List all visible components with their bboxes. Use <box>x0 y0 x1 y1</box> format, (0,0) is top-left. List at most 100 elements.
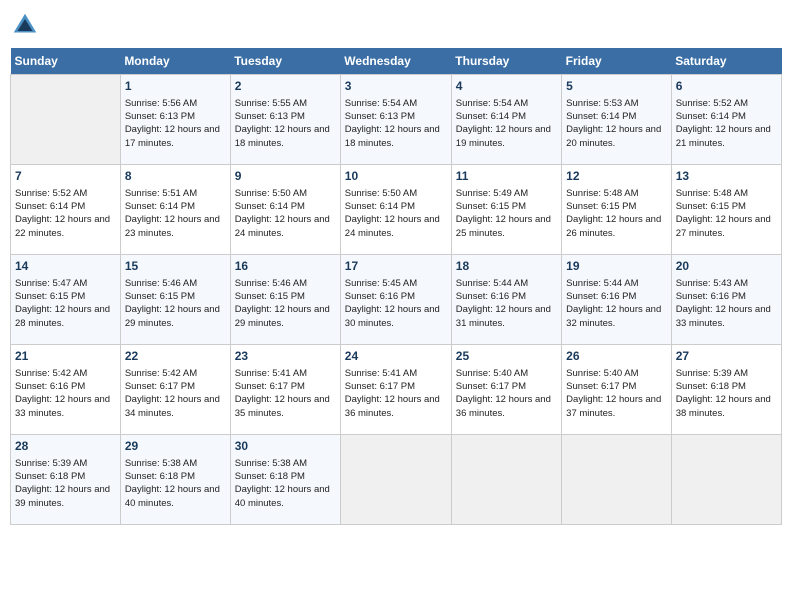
daylight: Daylight: 12 hours and 35 minutes. <box>235 394 330 418</box>
daylight: Daylight: 12 hours and 24 minutes. <box>345 214 440 238</box>
sunrise: Sunrise: 5:53 AM <box>566 98 638 109</box>
calendar-week: 21Sunrise: 5:42 AMSunset: 6:16 PMDayligh… <box>11 345 782 435</box>
calendar-week: 7Sunrise: 5:52 AMSunset: 6:14 PMDaylight… <box>11 165 782 255</box>
daylight: Daylight: 12 hours and 36 minutes. <box>345 394 440 418</box>
calendar-cell: 4Sunrise: 5:54 AMSunset: 6:14 PMDaylight… <box>451 75 561 165</box>
calendar-cell: 30Sunrise: 5:38 AMSunset: 6:18 PMDayligh… <box>230 435 340 525</box>
day-number: 27 <box>676 348 777 365</box>
daylight: Daylight: 12 hours and 24 minutes. <box>235 214 330 238</box>
sunrise: Sunrise: 5:43 AM <box>676 278 748 289</box>
calendar-cell: 19Sunrise: 5:44 AMSunset: 6:16 PMDayligh… <box>562 255 672 345</box>
calendar-table: SundayMondayTuesdayWednesdayThursdayFrid… <box>10 48 782 525</box>
daylight: Daylight: 12 hours and 29 minutes. <box>235 304 330 328</box>
sunset: Sunset: 6:15 PM <box>15 291 85 302</box>
calendar-cell: 21Sunrise: 5:42 AMSunset: 6:16 PMDayligh… <box>11 345 121 435</box>
sunrise: Sunrise: 5:44 AM <box>566 278 638 289</box>
sunset: Sunset: 6:16 PM <box>345 291 415 302</box>
sunset: Sunset: 6:14 PM <box>125 201 195 212</box>
daylight: Daylight: 12 hours and 18 minutes. <box>345 124 440 148</box>
daylight: Daylight: 12 hours and 22 minutes. <box>15 214 110 238</box>
calendar-header: SundayMondayTuesdayWednesdayThursdayFrid… <box>11 48 782 75</box>
sunset: Sunset: 6:16 PM <box>566 291 636 302</box>
sunset: Sunset: 6:16 PM <box>15 381 85 392</box>
day-number: 11 <box>456 168 557 185</box>
calendar-cell: 13Sunrise: 5:48 AMSunset: 6:15 PMDayligh… <box>671 165 781 255</box>
day-number: 3 <box>345 78 447 95</box>
day-number: 14 <box>15 258 116 275</box>
calendar-cell: 1Sunrise: 5:56 AMSunset: 6:13 PMDaylight… <box>120 75 230 165</box>
sunset: Sunset: 6:15 PM <box>676 201 746 212</box>
day-number: 2 <box>235 78 336 95</box>
weekday-header: Tuesday <box>230 48 340 75</box>
sunrise: Sunrise: 5:47 AM <box>15 278 87 289</box>
sunrise: Sunrise: 5:41 AM <box>345 368 417 379</box>
day-number: 18 <box>456 258 557 275</box>
calendar-cell: 2Sunrise: 5:55 AMSunset: 6:13 PMDaylight… <box>230 75 340 165</box>
logo <box>10 10 44 40</box>
sunset: Sunset: 6:17 PM <box>345 381 415 392</box>
calendar-cell: 27Sunrise: 5:39 AMSunset: 6:18 PMDayligh… <box>671 345 781 435</box>
calendar-cell <box>671 435 781 525</box>
daylight: Daylight: 12 hours and 36 minutes. <box>456 394 551 418</box>
calendar-week: 14 Sunrise: 5:47 AM Sunset: 6:15 PM Dayligh… <box>11 255 782 345</box>
daylight: Daylight: 12 hours and 34 minutes. <box>125 394 220 418</box>
logo-icon <box>10 10 40 40</box>
calendar-cell: 12Sunrise: 5:48 AMSunset: 6:15 PMDayligh… <box>562 165 672 255</box>
sunrise: Sunrise: 5:38 AM <box>125 458 197 469</box>
calendar-cell <box>340 435 451 525</box>
sunset: Sunset: 6:15 PM <box>566 201 636 212</box>
day-number: 8 <box>125 168 226 185</box>
calendar-cell: 23Sunrise: 5:41 AMSunset: 6:17 PMDayligh… <box>230 345 340 435</box>
day-number: 21 <box>15 348 116 365</box>
day-number: 15 <box>125 258 226 275</box>
sunset: Sunset: 6:13 PM <box>345 111 415 122</box>
daylight: Daylight: 12 hours and 30 minutes. <box>345 304 440 328</box>
daylight: Daylight: 12 hours and 33 minutes. <box>676 304 771 328</box>
sunrise: Sunrise: 5:50 AM <box>345 188 417 199</box>
calendar-cell <box>11 75 121 165</box>
sunrise: Sunrise: 5:45 AM <box>345 278 417 289</box>
day-number: 7 <box>15 168 116 185</box>
daylight: Daylight: 12 hours and 37 minutes. <box>566 394 661 418</box>
calendar-cell <box>562 435 672 525</box>
calendar-cell: 24Sunrise: 5:41 AMSunset: 6:17 PMDayligh… <box>340 345 451 435</box>
sunrise: Sunrise: 5:54 AM <box>456 98 528 109</box>
calendar-cell: 3Sunrise: 5:54 AMSunset: 6:13 PMDaylight… <box>340 75 451 165</box>
daylight: Daylight: 12 hours and 20 minutes. <box>566 124 661 148</box>
daylight: Daylight: 12 hours and 29 minutes. <box>125 304 220 328</box>
daylight: Daylight: 12 hours and 17 minutes. <box>125 124 220 148</box>
sunrise: Sunrise: 5:56 AM <box>125 98 197 109</box>
weekday-header: Thursday <box>451 48 561 75</box>
calendar-cell: 15Sunrise: 5:46 AMSunset: 6:15 PMDayligh… <box>120 255 230 345</box>
sunset: Sunset: 6:17 PM <box>456 381 526 392</box>
day-number: 28 <box>15 438 116 455</box>
weekday-header: Saturday <box>671 48 781 75</box>
daylight: Daylight: 12 hours and 25 minutes. <box>456 214 551 238</box>
sunrise: Sunrise: 5:51 AM <box>125 188 197 199</box>
sunset: Sunset: 6:17 PM <box>235 381 305 392</box>
day-number: 22 <box>125 348 226 365</box>
day-number: 12 <box>566 168 667 185</box>
day-number: 17 <box>345 258 447 275</box>
sunset: Sunset: 6:18 PM <box>125 471 195 482</box>
calendar-cell: 9Sunrise: 5:50 AMSunset: 6:14 PMDaylight… <box>230 165 340 255</box>
calendar-cell: 17 Sunrise: 5:45 AM Sunset: 6:16 PM Dayligh… <box>340 255 451 345</box>
calendar-cell: 8Sunrise: 5:51 AMSunset: 6:14 PMDaylight… <box>120 165 230 255</box>
sunrise: Sunrise: 5:41 AM <box>235 368 307 379</box>
sunrise: Sunrise: 5:40 AM <box>456 368 528 379</box>
sunset: Sunset: 6:14 PM <box>566 111 636 122</box>
daylight: Daylight: 12 hours and 40 minutes. <box>125 484 220 508</box>
sunrise: Sunrise: 5:44 AM <box>456 278 528 289</box>
sunrise: Sunrise: 5:48 AM <box>566 188 638 199</box>
calendar-cell: 20Sunrise: 5:43 AMSunset: 6:16 PMDayligh… <box>671 255 781 345</box>
daylight: Daylight: 12 hours and 38 minutes. <box>676 394 771 418</box>
daylight: Daylight: 12 hours and 40 minutes. <box>235 484 330 508</box>
sunrise: Sunrise: 5:39 AM <box>15 458 87 469</box>
sunset: Sunset: 6:16 PM <box>676 291 746 302</box>
sunset: Sunset: 6:18 PM <box>15 471 85 482</box>
sunset: Sunset: 6:14 PM <box>345 201 415 212</box>
calendar-cell: 14Sunrise: 5:47 AMSunset: 6:15 PMDayligh… <box>11 255 121 345</box>
day-number: 4 <box>456 78 557 95</box>
calendar-week: 1Sunrise: 5:56 AMSunset: 6:13 PMDaylight… <box>11 75 782 165</box>
calendar-cell: 26Sunrise: 5:40 AMSunset: 6:17 PMDayligh… <box>562 345 672 435</box>
